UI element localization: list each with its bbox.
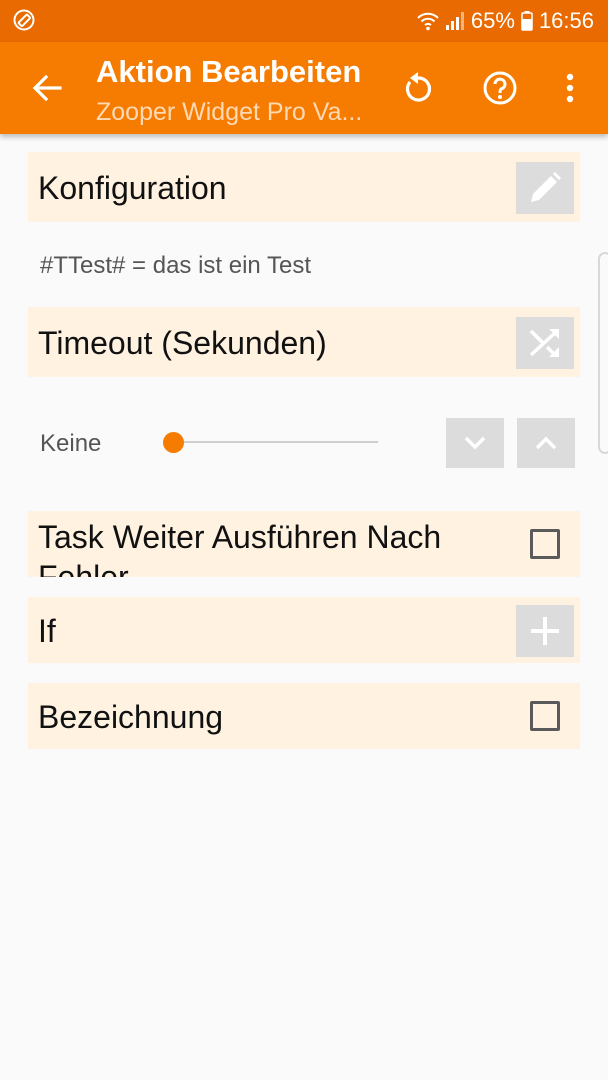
pencil-icon [531, 172, 561, 202]
timeout-label: Timeout (Sekunden) [38, 325, 327, 361]
plus-icon [531, 617, 559, 645]
app-bar: Aktion Bearbeiten Zooper Widget Pro Va..… [0, 42, 608, 134]
timeout-decrease-button[interactable] [446, 418, 504, 468]
timeout-slider-track[interactable] [174, 441, 378, 443]
add-if-condition-button[interactable] [516, 605, 574, 657]
page-title: Aktion Bearbeiten [96, 54, 362, 89]
if-section: If [28, 597, 580, 663]
timeout-increase-button[interactable] [517, 418, 575, 468]
back-arrow-icon[interactable] [26, 66, 70, 110]
name-label: Bezeichnung [38, 699, 224, 735]
clock: 16:56 [538, 8, 594, 33]
status-indicators: 65% 16:56 [417, 6, 594, 36]
continue-on-error-label: Task Weiter Ausführen Nach Fehler [38, 519, 442, 577]
screen-rotate-icon [13, 9, 35, 31]
edge-panel-handle[interactable] [598, 252, 608, 454]
help-icon[interactable] [480, 68, 520, 108]
name-section[interactable]: Bezeichnung [28, 683, 580, 749]
shuffle-icon [529, 329, 559, 357]
wifi-icon [417, 12, 439, 31]
config-value: #TTest# = das ist ein Test [40, 252, 312, 279]
status-bar: 65% 16:56 [0, 0, 608, 42]
more-vert-icon[interactable] [550, 68, 590, 108]
battery-icon [521, 11, 533, 31]
timeout-shuffle-button[interactable] [516, 317, 574, 369]
battery-percent: 65% [470, 8, 515, 33]
page-subtitle: Zooper Widget Pro Va... [96, 98, 363, 126]
timeout-value-label: Keine [40, 430, 102, 457]
timeout-slider-thumb[interactable] [163, 432, 184, 453]
chevron-down-icon [464, 436, 486, 450]
continue-on-error-checkbox[interactable] [530, 529, 560, 559]
edit-config-button[interactable] [516, 162, 574, 214]
if-label: If [38, 613, 56, 649]
chevron-up-icon [535, 436, 557, 450]
timeout-section: Timeout (Sekunden) [28, 307, 580, 377]
signal-icon [445, 12, 464, 30]
continue-on-error-section[interactable]: Task Weiter Ausführen Nach Fehler [28, 511, 580, 577]
name-checkbox[interactable] [530, 701, 560, 731]
config-label: Konfiguration [38, 170, 227, 206]
undo-icon[interactable] [398, 68, 438, 108]
config-section: Konfiguration [28, 152, 580, 222]
